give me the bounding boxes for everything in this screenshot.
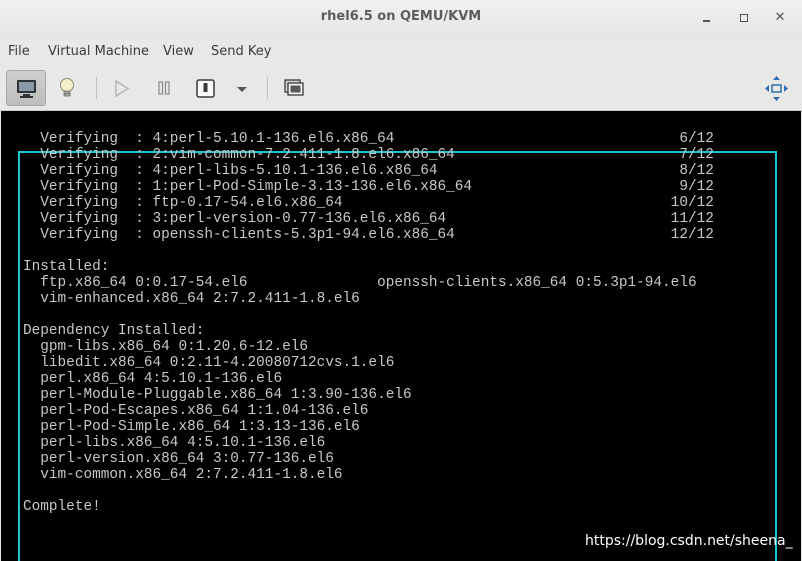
- console-line: perl.x86_64 4:5.10.1-136.el6: [23, 371, 283, 387]
- menu-send-key[interactable]: Send Key: [211, 44, 271, 59]
- console-line: Dependency Installed:: [23, 323, 205, 339]
- play-icon: [115, 79, 130, 98]
- console-line: libedit.x86_64 0:2.11-4.20080712cvs.1.el…: [23, 355, 395, 371]
- menu-view[interactable]: View: [163, 44, 194, 59]
- watermark: https://blog.csdn.net/sheena_: [585, 533, 793, 549]
- shutdown-menu-button[interactable]: [224, 70, 260, 106]
- console-line: Installed:: [23, 259, 110, 275]
- close-button[interactable]: ✕: [770, 8, 790, 28]
- pause-button[interactable]: [144, 70, 184, 106]
- fullscreen-icon: [765, 76, 788, 101]
- details-view-button[interactable]: [47, 70, 87, 106]
- console-line: Verifying : 1:perl-Pod-Simple-3.13-136.e…: [23, 179, 714, 195]
- menu-file[interactable]: File: [8, 44, 30, 59]
- console-line: Verifying : 4:perl-5.10.1-136.el6.x86_64…: [23, 131, 714, 147]
- run-button[interactable]: [101, 70, 141, 106]
- close-icon: ✕: [774, 10, 786, 25]
- menu-virtual-machine[interactable]: Virtual Machine: [48, 44, 149, 59]
- toolbar: [0, 66, 802, 111]
- snapshots-icon: [284, 79, 304, 96]
- minimize-icon: [703, 20, 710, 22]
- vm-viewer-window: rhel6.5 on QEMU/KVM ✕ File Virtual Machi…: [0, 0, 802, 561]
- menu-bar: File Virtual Machine View Send Key: [0, 38, 802, 66]
- console-line: perl-Pod-Escapes.x86_64 1:1.04-136.el6: [23, 403, 369, 419]
- console-output: Verifying : 4:perl-5.10.1-136.el6.x86_64…: [23, 131, 714, 515]
- console-line: Verifying : 4:perl-libs-5.10.1-136.el6.x…: [23, 163, 714, 179]
- snapshots-button[interactable]: [274, 70, 314, 106]
- console-line: perl-Module-Pluggable.x86_64 1:3.90-136.…: [23, 387, 412, 403]
- console-line: perl-libs.x86_64 4:5.10.1-136.el6: [23, 435, 326, 451]
- toolbar-separator: [96, 77, 97, 99]
- console-line: vim-enhanced.x86_64 2:7.2.411-1.8.el6: [23, 291, 360, 307]
- console-line: Verifying : 3:perl-version-0.77-136.el6.…: [23, 211, 714, 227]
- console-line: Verifying : ftp-0.17-54.el6.x86_64 10/12: [23, 195, 714, 211]
- console-line: Verifying : 2:vim-common-7.2.411-1.8.el6…: [23, 147, 714, 163]
- console-line: Complete!: [23, 499, 101, 515]
- chevron-down-icon: [237, 87, 247, 92]
- fullscreen-button[interactable]: [756, 70, 796, 106]
- power-icon: [196, 79, 215, 98]
- minimize-button[interactable]: [698, 8, 718, 28]
- console-line: ftp.x86_64 0:0.17-54.el6 openssh-clients…: [23, 275, 697, 291]
- console-line: perl-Pod-Simple.x86_64 1:3.13-136.el6: [23, 419, 360, 435]
- monitor-icon: [17, 80, 36, 98]
- window-title: rhel6.5 on QEMU/KVM: [320, 9, 482, 24]
- toolbar-separator: [267, 77, 268, 99]
- console-line: vim-common.x86_64 2:7.2.411-1.8.el6: [23, 467, 343, 483]
- maximize-button[interactable]: [734, 8, 754, 28]
- console-line: gpm-libs.x86_64 0:1.20.6-12.el6: [23, 339, 308, 355]
- vm-console-display[interactable]: Verifying : 4:perl-5.10.1-136.el6.x86_64…: [1, 111, 801, 561]
- maximize-icon: [740, 14, 748, 22]
- title-bar[interactable]: rhel6.5 on QEMU/KVM ✕: [0, 0, 802, 38]
- console-line: Verifying : openssh-clients-5.3p1-94.el6…: [23, 227, 714, 243]
- lightbulb-icon: [60, 78, 74, 97]
- pause-icon: [158, 81, 170, 95]
- console-line: perl-version.x86_64 3:0.77-136.el6: [23, 451, 334, 467]
- shutdown-button[interactable]: [186, 70, 226, 106]
- console-view-button[interactable]: [6, 70, 46, 106]
